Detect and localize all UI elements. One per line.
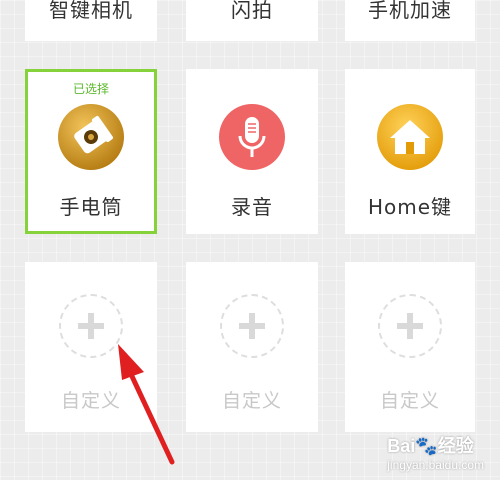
- watermark-sub: jingyan.baidu.com: [387, 458, 484, 472]
- watermark-paw-icon: 🐾: [415, 436, 438, 456]
- watermark-suffix: 经验: [437, 436, 474, 456]
- watermark-brand: Bai: [387, 436, 416, 456]
- baidu-watermark: Bai🐾经验 jingyan.baidu.com: [387, 432, 484, 472]
- annotation-arrow-icon: [118, 344, 175, 465]
